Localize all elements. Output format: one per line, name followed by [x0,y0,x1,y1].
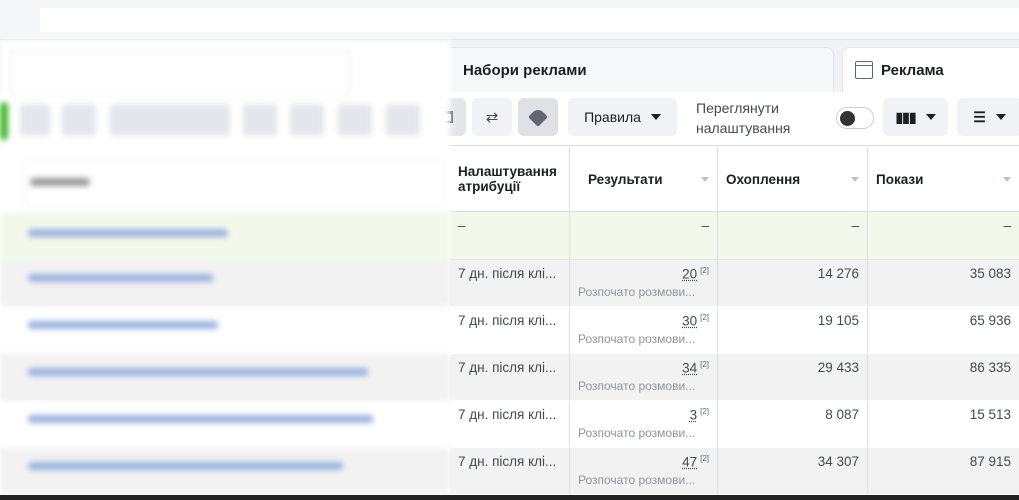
table-row[interactable]: 7 дн. після клі... 20 [2] Розпочато розмов… [450,260,1019,307]
results-cell: 30 [2] Розпочато розмови... [570,307,718,353]
impressions-cell: 65 936 [969,313,1011,328]
window-icon [855,61,873,79]
tab-ads[interactable]: Реклама [842,47,1019,92]
results-value[interactable]: 34 [682,361,697,376]
breakdown-icon: ☰ [973,108,986,125]
results-cell: 47 [2] Розпочато розмови... [570,448,718,494]
reach-cell: 34 307 [718,448,868,494]
results-cell: 20 [2] Розпочато розмови... [570,260,718,306]
results-value[interactable]: 20 [682,267,697,282]
duplicate-icon: ⇄ [485,109,499,126]
duplicate-button[interactable]: ⇄ [472,98,512,136]
reach-cell: 19 105 [718,307,868,353]
tag-button[interactable] [518,98,558,136]
results-value[interactable]: 30 [682,314,697,329]
total-cell: – [1003,218,1011,233]
impressions-cell: 35 083 [969,266,1011,281]
chevron-down-icon [995,114,1006,120]
table-row[interactable]: 7 дн. після клі... 30 [2] Розпочато розмов… [450,307,1019,354]
impressions-cell: 15 513 [969,407,1011,422]
columns-icon: ▮▮▮ [895,108,916,125]
address-bar[interactable] [40,8,1019,32]
total-cell: – [570,212,718,259]
view-settings-toggle[interactable] [836,107,874,129]
results-type: Розпочато розмови... [578,331,696,346]
tab-label: Набори реклами [463,61,587,79]
attribution-cell: 7 дн. після клі... [450,354,570,400]
tab-label: Реклама [881,61,944,79]
total-cell: – [450,212,570,259]
rules-label: Правила [584,109,641,125]
reach-cell: 8 087 [718,401,868,447]
results-footnote: [2] [700,360,709,369]
results-footnote: [2] [700,454,709,463]
total-row: – – – – [450,212,1019,260]
chevron-down-icon [650,114,661,120]
campaign-name-panel-blurred [0,40,450,495]
table-row[interactable]: 7 дн. після клі... 34 [2] Розпочато розмов… [450,354,1019,401]
results-type: Розпочато розмови... [578,378,696,393]
ads-table: Налаштування атрибуції Результати Охопле… [450,147,1019,495]
results-footnote: [2] [700,407,709,416]
table-row[interactable]: 7 дн. після клі... 47 [2] Розпочато розмов… [450,448,1019,495]
results-type: Розпочато розмови... [578,284,696,299]
browser-top-bar [0,0,1019,40]
header-results[interactable]: Результати [570,147,718,211]
sort-icon[interactable] [851,176,859,182]
results-footnote: [2] [700,266,709,275]
results-value[interactable]: 47 [682,455,697,470]
attribution-cell: 7 дн. після клі... [450,260,570,306]
breakdown-button[interactable]: ☰ [957,98,1019,136]
sort-icon[interactable] [1003,176,1011,182]
window-edge [0,495,1019,500]
tag-icon [528,107,548,127]
results-cell: 3 [2] Розпочато розмови... [570,401,718,447]
attribution-cell: 7 дн. після клі... [450,307,570,353]
table-row[interactable]: 7 дн. після клі... 3 [2] Розпочато розмови… [450,401,1019,448]
impressions-cell: 87 915 [969,454,1011,469]
header-impressions[interactable]: Покази [868,147,1019,211]
results-cell: 34 [2] Розпочато розмови... [570,354,718,400]
chevron-down-icon [925,114,936,120]
impressions-cell: 86 335 [969,360,1011,375]
attribution-cell: 7 дн. після клі... [450,448,570,494]
results-value[interactable]: 3 [690,408,698,423]
header-attribution[interactable]: Налаштування атрибуції [450,147,570,211]
results-type: Розпочато розмови... [578,472,696,487]
reach-cell: 14 276 [718,260,868,306]
rules-button[interactable]: Правила [568,98,677,136]
sort-icon[interactable] [701,176,709,182]
attribution-cell: 7 дн. після клі... [450,401,570,447]
view-settings-label: Переглянути налаштування [696,100,791,136]
reach-cell: 29 433 [718,354,868,400]
results-type: Розпочато розмови... [578,425,696,440]
results-footnote: [2] [700,313,709,322]
table-header: Налаштування атрибуції Результати Охопле… [450,147,1019,212]
total-cell: – [718,212,868,259]
columns-button[interactable]: ▮▮▮ [883,98,948,136]
header-reach[interactable]: Охоплення [718,147,868,211]
